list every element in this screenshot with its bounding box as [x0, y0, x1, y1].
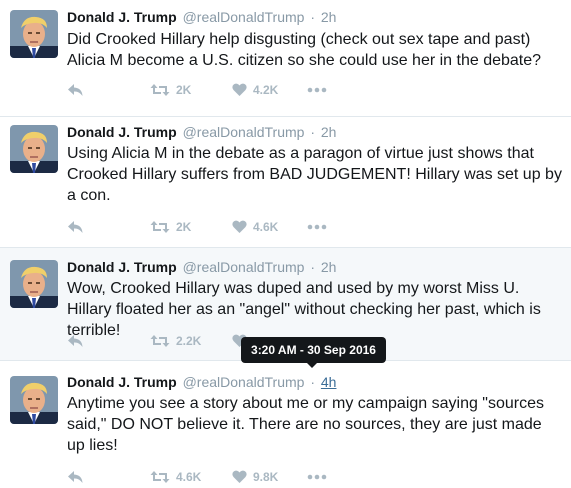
retweet-icon: [150, 84, 170, 96]
reply-icon: [68, 84, 83, 96]
heart-icon: [232, 83, 247, 96]
like-button[interactable]: 9.8K: [232, 467, 278, 487]
like-button[interactable]: 4.2K: [232, 80, 278, 100]
retweet-count: 2K: [176, 83, 192, 97]
tweet-header: Donald J. Trump @realDonaldTrump · 4h: [67, 373, 336, 391]
like-count: 9.8K: [253, 470, 279, 484]
tweet-text: Did Crooked Hillary help disgusting (che…: [67, 31, 542, 69]
reply-icon: [68, 221, 83, 233]
more-button[interactable]: [307, 467, 327, 487]
tweet-timestamp[interactable]: 2h: [321, 9, 337, 25]
more-icon: [307, 474, 327, 480]
retweet-icon: [150, 471, 170, 483]
tweet-header: Donald J. Trump @realDonaldTrump · 2h: [67, 123, 336, 141]
tweet[interactable]: Donald J. Trump @realDonaldTrump · 2h Di…: [0, 0, 571, 117]
tweet-actions: 2K 4.6K: [67, 217, 367, 237]
like-count: 4.6K: [253, 220, 279, 234]
separator: ·: [310, 9, 315, 25]
avatar[interactable]: [10, 10, 58, 58]
tweet-username[interactable]: @realDonaldTrump: [183, 374, 305, 390]
tweet-timestamp[interactable]: 2h: [321, 124, 337, 140]
like-count: 4.2K: [253, 83, 279, 97]
timestamp-tooltip: 3:20 AM - 30 Sep 2016: [241, 337, 386, 363]
reply-button[interactable]: [67, 217, 84, 237]
timeline: Donald J. Trump @realDonaldTrump · 2h Di…: [0, 0, 571, 488]
more-icon: [307, 224, 327, 230]
retweet-count: 4.6K: [176, 470, 202, 484]
tweet[interactable]: Donald J. Trump @realDonaldTrump · 2h Us…: [0, 117, 571, 248]
retweet-count: 2.2K: [176, 334, 202, 348]
heart-icon: [232, 470, 247, 483]
reply-button[interactable]: [67, 331, 84, 351]
reply-icon: [68, 471, 83, 483]
tweet-text: Using Alicia M in the debate as a parago…: [67, 145, 562, 204]
retweet-count: 2K: [176, 220, 192, 234]
avatar[interactable]: [10, 376, 58, 424]
more-button[interactable]: [307, 217, 327, 237]
like-button[interactable]: 4.6K: [232, 217, 278, 237]
tweet-username[interactable]: @realDonaldTrump: [183, 9, 305, 25]
tweet[interactable]: Donald J. Trump @realDonaldTrump · 4h An…: [0, 361, 571, 488]
tweet-actions: 4.6K 9.8K: [67, 467, 367, 487]
reply-icon: [68, 335, 83, 347]
avatar[interactable]: [10, 260, 58, 308]
tweet-header: Donald J. Trump @realDonaldTrump · 2h: [67, 8, 336, 26]
tweet-timestamp[interactable]: 2h: [321, 259, 337, 275]
avatar[interactable]: [10, 125, 58, 173]
retweet-button[interactable]: 2.2K: [150, 331, 201, 351]
tweet-fullname[interactable]: Donald J. Trump: [67, 259, 177, 275]
tweet-username[interactable]: @realDonaldTrump: [183, 124, 305, 140]
retweet-button[interactable]: 2K: [150, 80, 191, 100]
tooltip-arrow: [307, 363, 317, 368]
more-icon: [307, 87, 327, 93]
retweet-button[interactable]: 4.6K: [150, 467, 201, 487]
reply-button[interactable]: [67, 80, 84, 100]
tweet-text: Anytime you see a story about me or my c…: [67, 395, 545, 454]
retweet-icon: [150, 335, 170, 347]
heart-icon: [232, 220, 247, 233]
separator: ·: [310, 259, 315, 275]
reply-button[interactable]: [67, 467, 84, 487]
tweet-username[interactable]: @realDonaldTrump: [183, 259, 305, 275]
tweet-timestamp[interactable]: 4h: [321, 374, 337, 390]
separator: ·: [310, 374, 315, 390]
tweet-header: Donald J. Trump @realDonaldTrump · 2h: [67, 258, 336, 276]
tweet-actions: 2K 4.2K: [67, 80, 367, 100]
tweet-fullname[interactable]: Donald J. Trump: [67, 9, 177, 25]
separator: ·: [310, 124, 315, 140]
retweet-icon: [150, 221, 170, 233]
tweet-fullname[interactable]: Donald J. Trump: [67, 124, 177, 140]
retweet-button[interactable]: 2K: [150, 217, 191, 237]
tweet-fullname[interactable]: Donald J. Trump: [67, 374, 177, 390]
more-button[interactable]: [307, 80, 327, 100]
